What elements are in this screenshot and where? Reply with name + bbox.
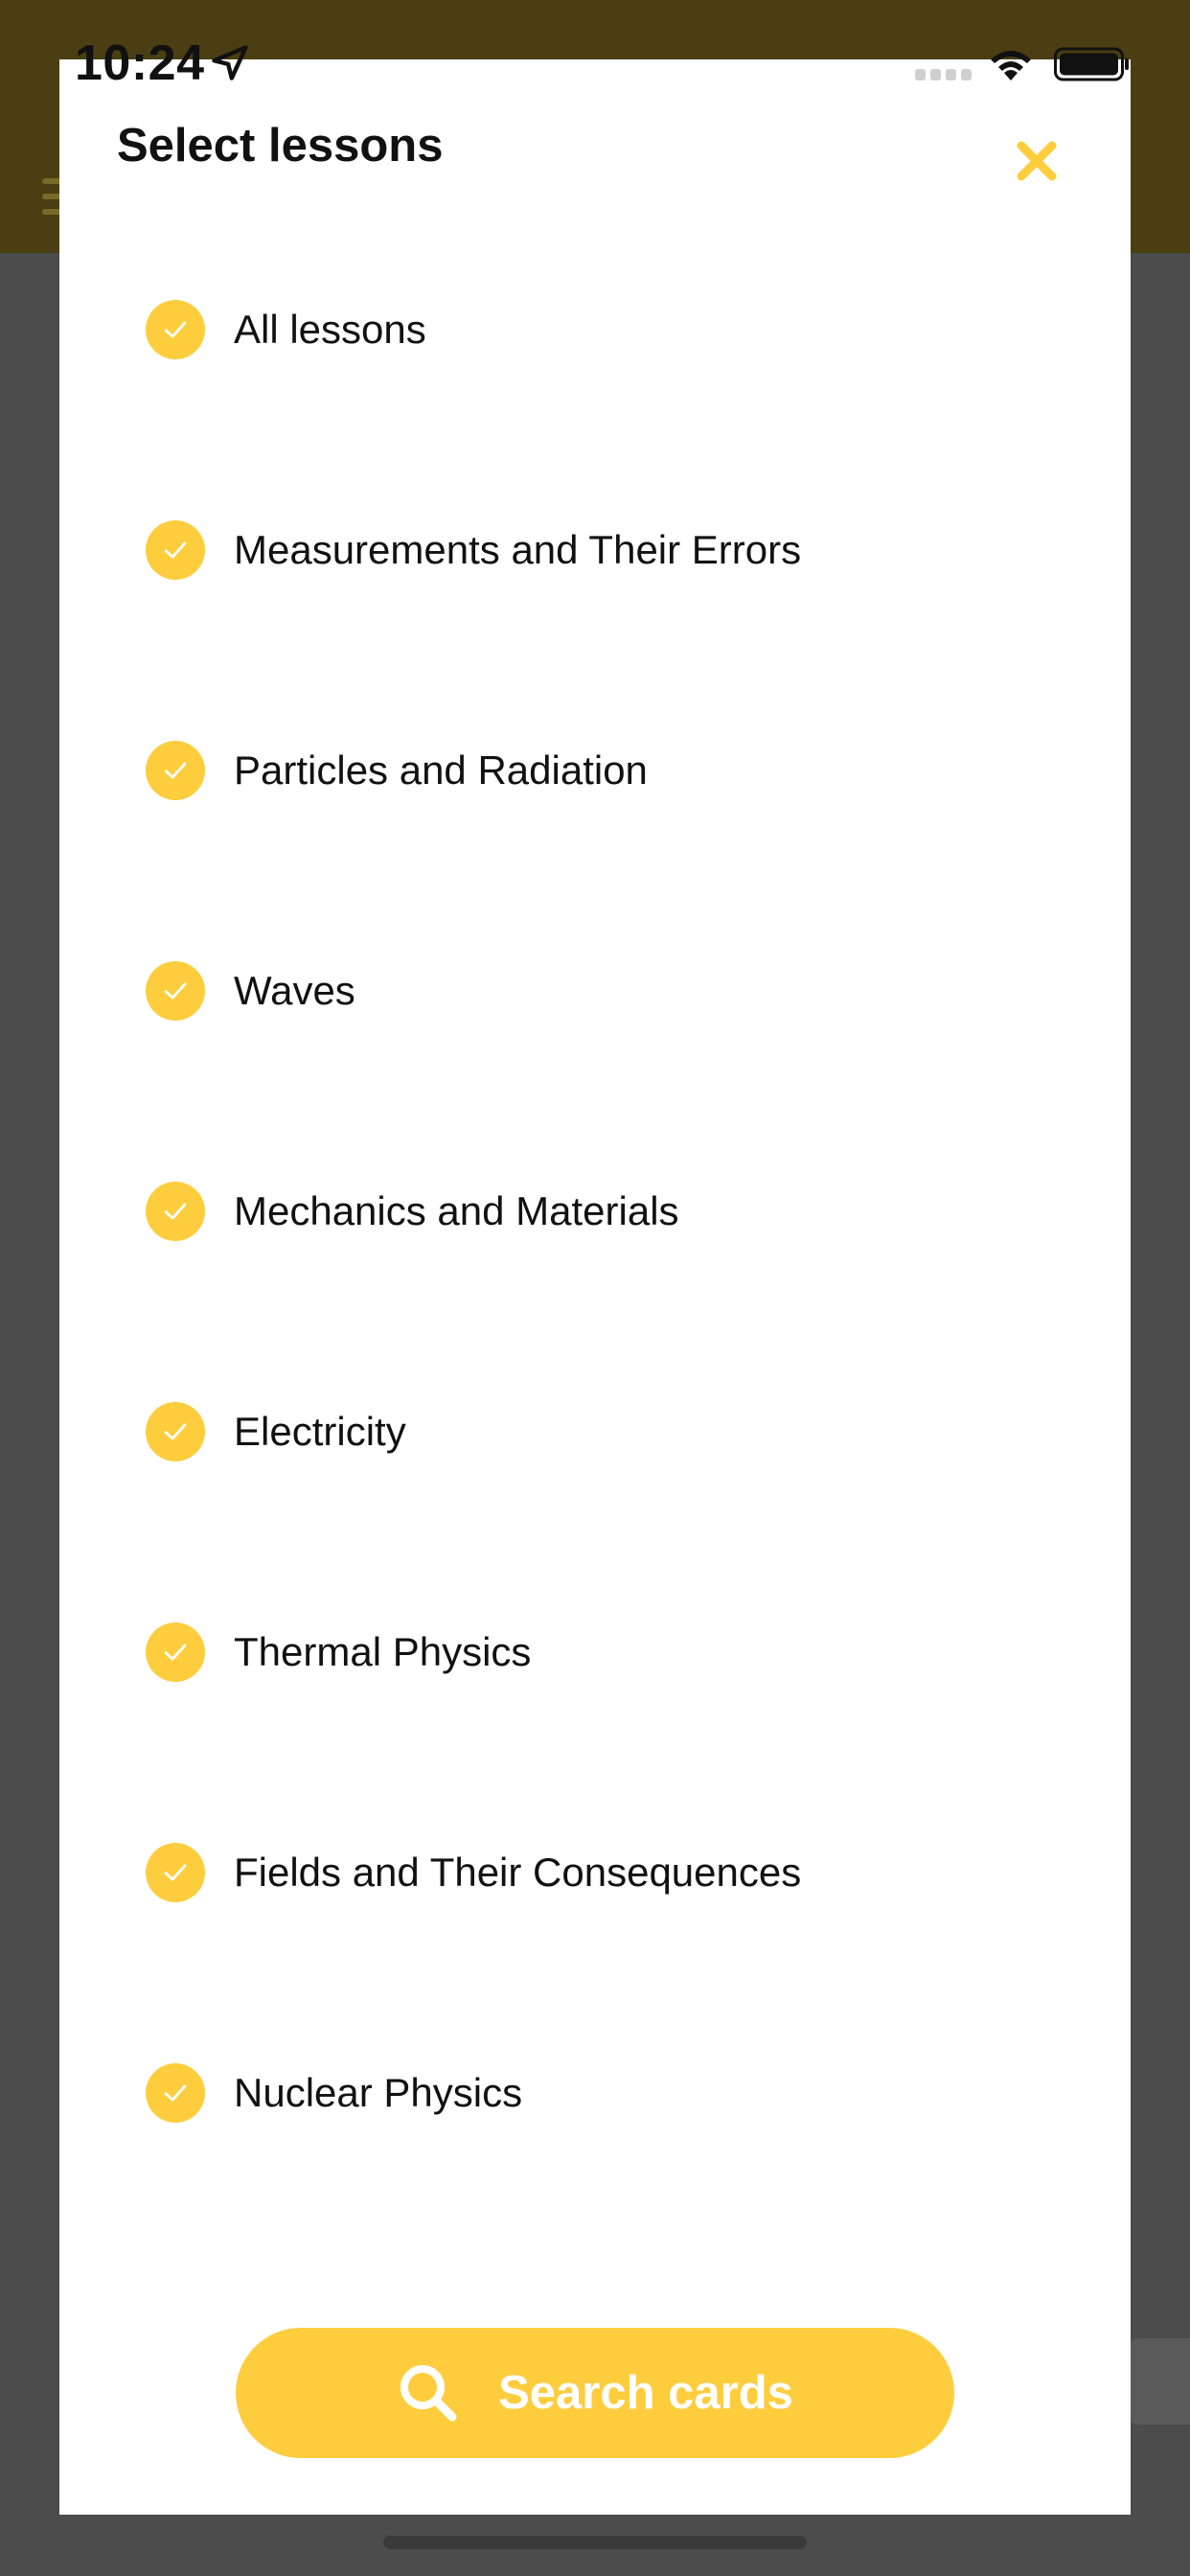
select-lessons-sheet: Select lessons All lessons Measurements …	[59, 59, 1131, 2515]
search-icon	[400, 2365, 457, 2422]
lesson-label: Electricity	[234, 1409, 406, 1454]
checkmark-icon	[146, 300, 205, 359]
checkmark-icon	[146, 1402, 205, 1461]
lesson-item-all-lessons[interactable]: All lessons	[146, 272, 1046, 387]
lesson-item-nuclear-physics[interactable]: Nuclear Physics	[146, 2036, 1046, 2150]
sheet-title: Select lessons	[117, 120, 444, 172]
lesson-label: Particles and Radiation	[234, 748, 648, 793]
lesson-item-measurements[interactable]: Measurements and Their Errors	[146, 493, 1046, 608]
signal-icon	[915, 69, 972, 80]
home-indicator[interactable]	[383, 2536, 807, 2549]
checkmark-icon	[146, 741, 205, 800]
close-icon[interactable]	[1008, 132, 1065, 190]
status-time: 10:24	[75, 35, 205, 91]
lesson-item-fields[interactable]: Fields and Their Consequences	[146, 1815, 1046, 1930]
lesson-item-mechanics[interactable]: Mechanics and Materials	[146, 1154, 1046, 1269]
lesson-label: Fields and Their Consequences	[234, 1850, 802, 1895]
battery-icon	[1054, 47, 1129, 81]
lesson-item-thermal-physics[interactable]: Thermal Physics	[146, 1595, 1046, 1710]
checkmark-icon	[146, 1622, 205, 1682]
lesson-label: Nuclear Physics	[234, 2070, 523, 2115]
lesson-label: All lessons	[234, 307, 426, 352]
search-cards-button[interactable]: Search cards	[236, 2328, 954, 2458]
background-content-peek	[1123, 2338, 1190, 2425]
lesson-label: Waves	[234, 968, 355, 1013]
lesson-label: Thermal Physics	[234, 1629, 532, 1674]
checkmark-icon	[146, 520, 205, 580]
lesson-item-electricity[interactable]: Electricity	[146, 1374, 1046, 1489]
checkmark-icon	[146, 2063, 205, 2123]
lesson-label: Mechanics and Materials	[234, 1188, 679, 1233]
checkmark-icon	[146, 1843, 205, 1902]
wifi-icon	[991, 51, 1031, 80]
checkmark-icon	[146, 961, 205, 1021]
location-arrow-icon	[212, 45, 248, 80]
lesson-item-waves[interactable]: Waves	[146, 933, 1046, 1048]
lesson-label: Measurements and Their Errors	[234, 527, 802, 572]
search-cards-label: Search cards	[498, 2367, 793, 2419]
status-bar: 10:24	[0, 0, 1190, 125]
checkmark-icon	[146, 1182, 205, 1241]
lesson-item-particles[interactable]: Particles and Radiation	[146, 713, 1046, 828]
